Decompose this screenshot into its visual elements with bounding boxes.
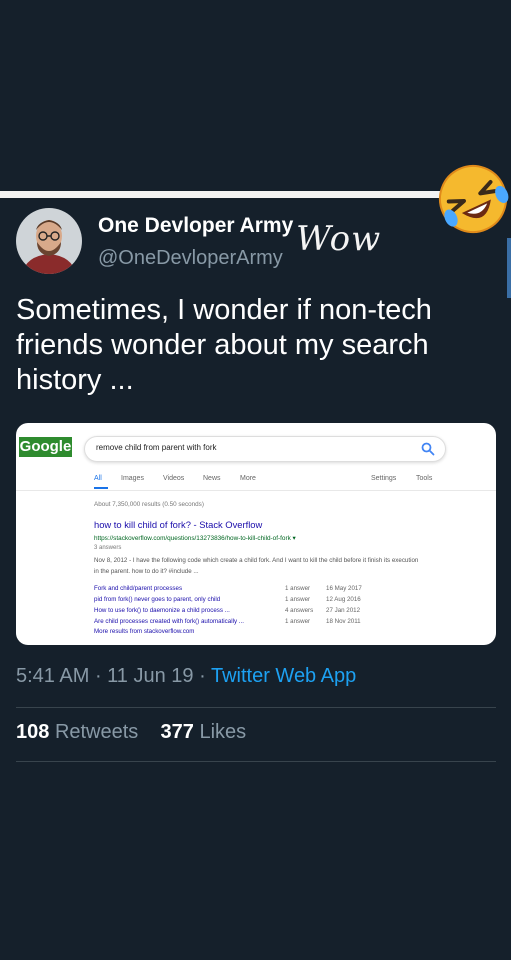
sub-result-answers: 1 answer	[285, 585, 311, 592]
tab-images: Images	[121, 475, 144, 482]
likes-label: Likes	[199, 721, 247, 743]
tools-link: Tools	[416, 475, 433, 482]
retweets-label: Retweets	[54, 721, 139, 743]
profile-photo	[16, 208, 82, 274]
search-query: remove child from parent with fork	[96, 443, 217, 452]
search-icon	[421, 442, 435, 456]
tabs-divider	[16, 490, 496, 491]
sub-result-answers: 4 answers	[285, 607, 314, 614]
sub-result-date: 16 May 2017	[326, 585, 362, 592]
meta-separator: ·	[94, 665, 108, 687]
avatar[interactable]	[16, 208, 82, 274]
tab-more: More	[240, 475, 256, 482]
search-screenshot-card[interactable]: Google remove child from parent with for…	[16, 423, 496, 645]
tweet-meta: 5:41 AM · 11 Jun 19 · Twitter Web App	[16, 665, 356, 688]
retweets-count[interactable]: 108 Retweets	[16, 721, 138, 743]
search-tabs: All Images Videos News More Settings Too…	[94, 475, 434, 487]
sub-result-title: Are child processes created with fork() …	[94, 618, 244, 625]
tab-all: All	[94, 475, 102, 482]
search-input: remove child from parent with fork	[84, 436, 446, 462]
top-rule	[0, 191, 445, 198]
divider	[16, 761, 496, 762]
active-tab-underline	[94, 487, 108, 489]
tweet-source[interactable]: Twitter Web App	[211, 665, 356, 687]
meta-separator: ·	[199, 665, 211, 687]
tab-videos: Videos	[163, 475, 185, 482]
sub-result-answers: 1 answer	[285, 596, 311, 603]
settings-link: Settings	[371, 475, 397, 482]
sub-result-title: pid from fork() never goes to parent, on…	[94, 596, 221, 603]
sub-result-title: Fork and child/parent processes	[94, 585, 183, 592]
likes-count[interactable]: 377 Likes	[161, 721, 247, 743]
display-name[interactable]: One Devloper Army	[98, 214, 293, 238]
sub-result-answers: 1 answer	[285, 618, 311, 625]
laughing-face-emoji-icon	[439, 165, 509, 233]
engagement-counts: 108 Retweets 377 Likes	[16, 721, 246, 744]
wow-overlay-text: Wow	[296, 219, 382, 259]
result-snippet: Nov 8, 2012 - I have the following code …	[94, 557, 419, 575]
tweet-text: Sometimes, I wonder if non-tech friends …	[16, 294, 432, 396]
tab-news: News	[203, 475, 221, 482]
sub-result-date: 12 Aug 2016	[326, 596, 361, 603]
sub-result-date: 27 Jan 2012	[326, 607, 361, 614]
scroll-indicator	[507, 238, 511, 298]
sub-result-row: Fork and child/parent processes 1 answer…	[94, 585, 394, 595]
sub-result-title: How to use fork() to daemonize a child p…	[94, 607, 230, 614]
sub-result-row: How to use fork() to daemonize a child p…	[94, 607, 394, 617]
result-url: https://stackoverflow.com/questions/1327…	[94, 535, 296, 542]
sub-result-row: Are child processes created with fork() …	[94, 618, 394, 628]
tweet-time: 5:41 AM	[16, 665, 90, 687]
google-logo: Google	[19, 437, 72, 457]
result-stats: About 7,350,000 results (0.50 seconds)	[94, 501, 204, 508]
retweets-number: 108	[16, 721, 50, 743]
sub-result-date: 18 Nov 2011	[326, 618, 361, 625]
divider	[16, 707, 496, 708]
handle[interactable]: @OneDevloperArmy	[98, 247, 283, 270]
result-title: how to kill child of fork? - Stack Overf…	[94, 519, 263, 530]
more-results-link: More results from stackoverflow.com	[94, 628, 195, 635]
tweet-date[interactable]: 11 Jun 19	[107, 665, 193, 687]
result-answers: 3 answers	[94, 545, 122, 551]
likes-number: 377	[160, 721, 194, 743]
sub-result-row: pid from fork() never goes to parent, on…	[94, 596, 394, 606]
